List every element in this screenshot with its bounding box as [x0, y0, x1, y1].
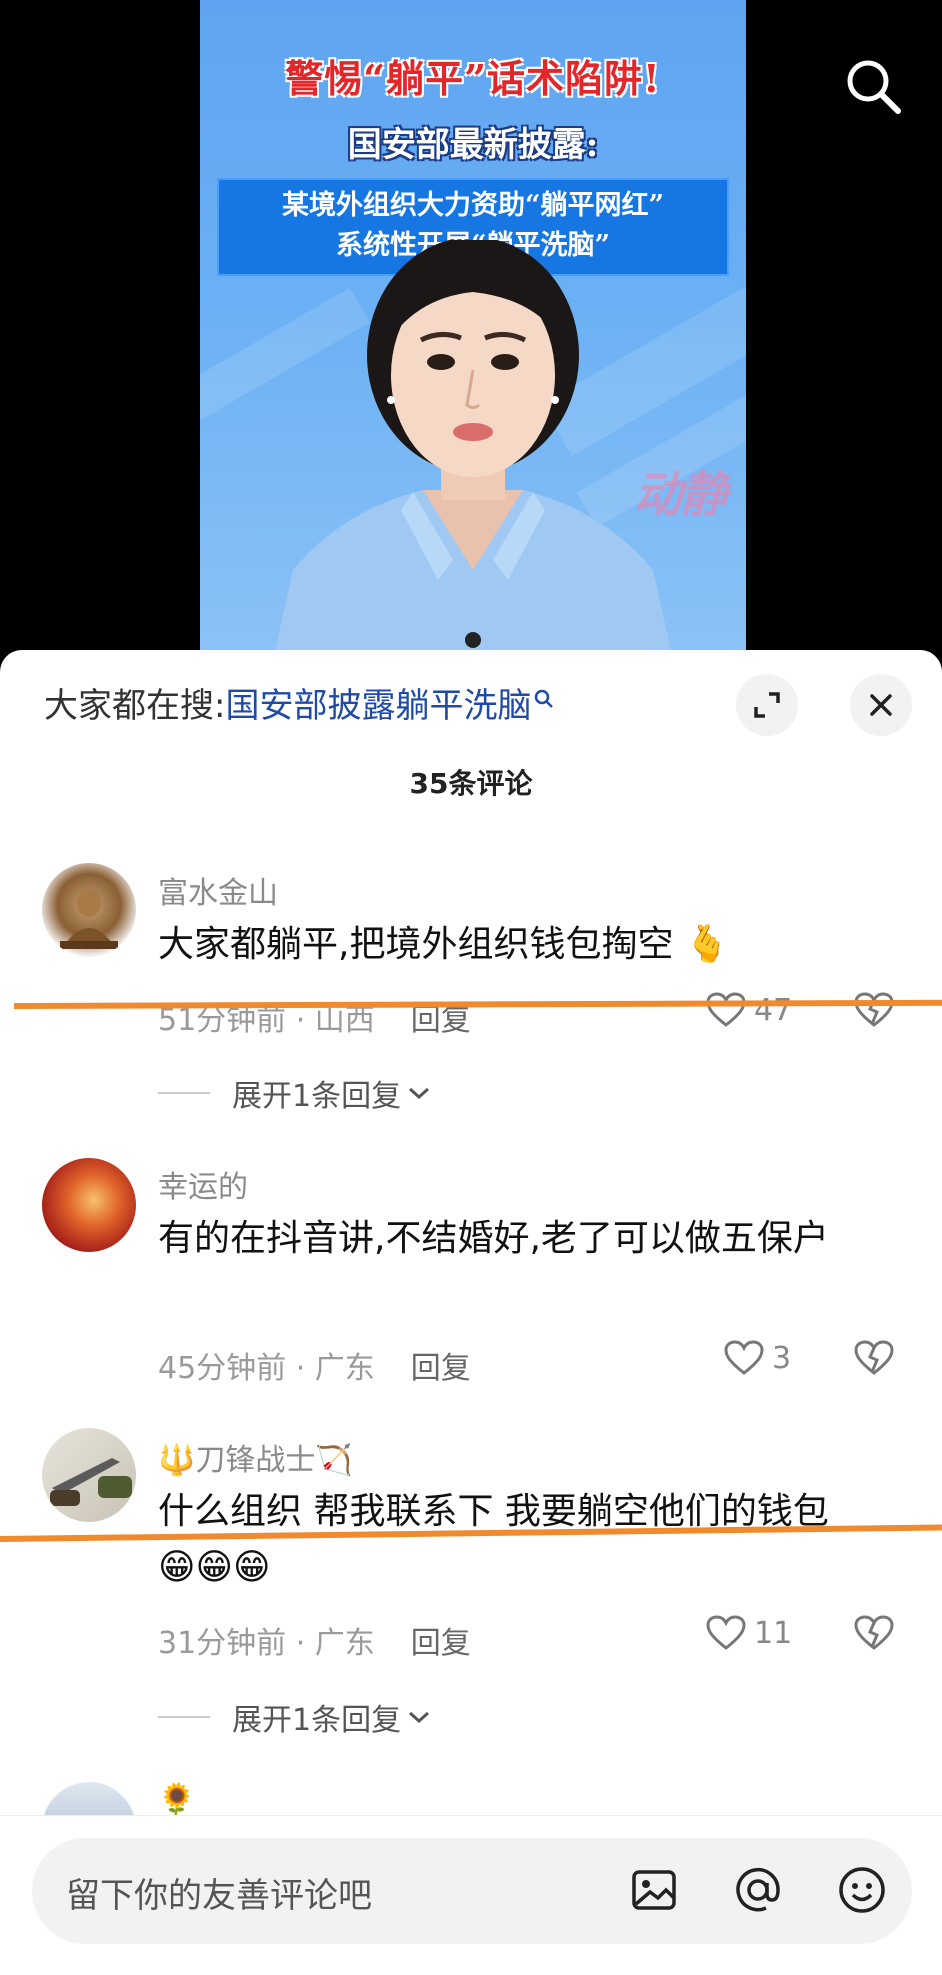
reply-button[interactable]: 回复 — [411, 1003, 471, 1038]
comment-text: 大家都躺平,把境外组织钱包掏空 🫰 — [158, 924, 730, 965]
small-search-icon — [535, 689, 554, 708]
reply-button[interactable]: 回复 — [411, 1626, 471, 1661]
trending-label: 大家都在搜: — [44, 686, 226, 726]
reply-button[interactable]: 回复 — [411, 1351, 471, 1386]
avatar[interactable] — [42, 863, 136, 957]
broken-heart-icon — [854, 1340, 894, 1375]
emoji-icon — [839, 1867, 885, 1913]
comment-text: 有的在抖音讲,不结婚好,老了可以做五保户 — [158, 1218, 829, 1259]
orange-strike-line — [13, 999, 942, 1009]
like-count: 3 — [772, 1340, 792, 1376]
avatar-statue-image — [60, 889, 118, 949]
headline-line-2: 国安部最新披露: — [347, 125, 599, 165]
comment-time: 31分钟前 — [158, 1626, 287, 1661]
like-button[interactable]: 3 — [724, 1340, 791, 1376]
headline-line-1: 警惕“躺平”话术陷阱! — [285, 56, 661, 101]
dislike-button[interactable] — [854, 1615, 894, 1655]
comment-sheet: 大家都在搜:国安部披露躺平洗脑 35条评论 富水金山 大家都躺平,把境外组织钱包… — [0, 650, 942, 1975]
heart-icon — [706, 1615, 746, 1650]
like-count: 11 — [754, 1615, 793, 1651]
username[interactable]: 富水金山 — [158, 868, 278, 912]
finger-heart-emoji: 🫰 — [684, 924, 730, 965]
username[interactable]: 幸运的 — [158, 1162, 248, 1206]
comment-meta: 31分钟前 · 广东 回复 — [158, 1626, 471, 1661]
comment-count: 35条评论 — [409, 767, 533, 800]
grin-emoji-group: 😁😁😁 — [158, 1547, 271, 1588]
expand-replies-button[interactable]: 展开1条回复 — [158, 1071, 433, 1115]
heart-icon — [724, 1340, 764, 1375]
like-button[interactable]: 11 — [706, 1615, 792, 1651]
like-button[interactable]: 47 — [706, 992, 792, 1028]
comment-input-bar: 留下你的友善评论吧 — [0, 1815, 942, 1975]
heart-icon — [706, 992, 746, 1027]
expand-label: 展开1条回复 — [232, 1079, 402, 1114]
channel-watermark: 动静 — [633, 467, 728, 523]
expand-label: 展开1条回复 — [232, 1703, 402, 1738]
at-icon — [736, 1867, 780, 1912]
headline-line-3: 某境外组织大力资助“躺平网红” — [281, 190, 665, 221]
comment-location: 山西 — [314, 1003, 375, 1038]
emoji-button[interactable] — [830, 1858, 894, 1922]
username[interactable]: 🔱刀锋战士🏹 — [158, 1435, 353, 1479]
comment-meta: 45分钟前 · 广东 回复 — [158, 1351, 471, 1386]
expand-sheet-button[interactable] — [736, 674, 798, 736]
expand-divider — [158, 1716, 210, 1718]
comment-location: 广东 — [314, 1626, 375, 1661]
trending-search[interactable]: 大家都在搜:国安部披露躺平洗脑 — [44, 684, 555, 728]
comment-input-placeholder: 留下你的友善评论吧 — [66, 1876, 372, 1916]
avatar-knife-image — [50, 1458, 132, 1506]
image-button[interactable] — [622, 1858, 686, 1922]
search-button[interactable] — [842, 55, 904, 117]
expand-replies-button[interactable]: 展开1条回复 — [158, 1695, 433, 1739]
expand-icon — [754, 692, 780, 718]
close-icon — [870, 694, 892, 716]
comment-text: 什么组织 帮我联系下 我要躺空他们的钱包 😁😁😁 — [158, 1491, 829, 1588]
comment-input[interactable]: 留下你的友善评论吧 — [32, 1838, 912, 1944]
close-sheet-button[interactable] — [850, 674, 912, 736]
broken-heart-icon — [854, 1615, 894, 1650]
bow-emoji: 🏹 — [315, 1443, 353, 1478]
search-icon — [847, 60, 901, 114]
mention-button[interactable] — [726, 1858, 790, 1922]
avatar[interactable] — [42, 1428, 136, 1522]
comment-location: 广东 — [314, 1351, 375, 1386]
broken-heart-icon — [854, 992, 894, 1027]
trident-emoji: 🔱 — [158, 1443, 196, 1478]
chevron-down-icon — [409, 1711, 430, 1724]
dislike-button[interactable] — [854, 1340, 894, 1380]
expand-divider — [158, 1092, 210, 1094]
trending-keyword[interactable]: 国安部披露躺平洗脑 — [225, 686, 531, 726]
dislike-button[interactable] — [854, 992, 894, 1032]
chevron-down-icon — [409, 1087, 430, 1100]
username[interactable]: 🌻 — [158, 1782, 195, 1817]
comment-time: 45分钟前 — [158, 1351, 287, 1386]
news-anchor-figure — [273, 240, 673, 660]
avatar[interactable] — [42, 1158, 136, 1252]
image-icon — [632, 1870, 676, 1910]
video-player[interactable]: 警惕“躺平”话术陷阱! 国安部最新披露: 某境外组织大力资助“躺平网红” 系统性… — [0, 0, 942, 660]
video-frame: 警惕“躺平”话术陷阱! 国安部最新披露: 某境外组织大力资助“躺平网红” 系统性… — [200, 0, 746, 660]
like-count: 47 — [754, 992, 793, 1028]
